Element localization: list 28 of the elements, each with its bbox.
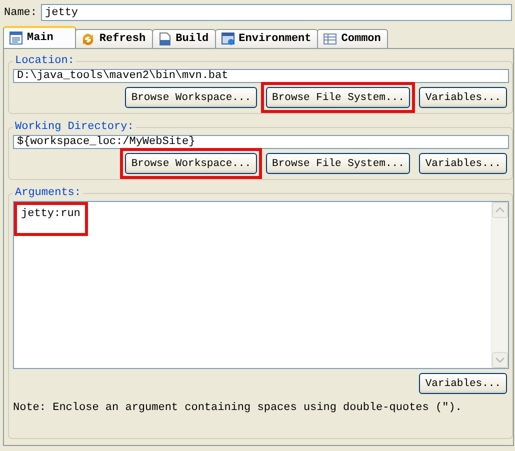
variables-button[interactable]: Variables... xyxy=(419,87,507,108)
note-text: Note: Enclose an argument containing spaces using double-quotes ("). xyxy=(13,401,463,414)
tab[interactable]: Environment xyxy=(214,29,318,48)
tab[interactable]: Refresh xyxy=(75,29,153,48)
scroll-up-icon[interactable] xyxy=(492,202,508,218)
variables-button[interactable]: Variables... xyxy=(419,153,507,174)
arguments-area[interactable]: jetty:run xyxy=(13,201,509,369)
document-icon xyxy=(9,31,23,45)
refresh-icon xyxy=(81,32,96,46)
tab[interactable]: Common xyxy=(317,29,388,48)
name-label: Name: xyxy=(4,6,38,18)
browse-button[interactable]: Browse File System... xyxy=(266,153,410,174)
binary-file-icon xyxy=(158,32,172,46)
variables-button[interactable]: Variables... xyxy=(419,373,507,394)
text-field[interactable]: ${workspace_loc:/MyWebSite} xyxy=(13,135,509,149)
browse-button[interactable]: Browse Workspace... xyxy=(125,153,258,174)
group-title: Arguments: xyxy=(14,187,82,199)
text-field[interactable]: D:\java_tools\maven2\bin\mvn.bat xyxy=(13,69,509,83)
window-icon xyxy=(220,32,235,46)
tab[interactable]: Build xyxy=(152,29,216,48)
tab[interactable]: Main xyxy=(3,26,76,48)
browse-button[interactable]: Browse Workspace... xyxy=(125,87,258,108)
group-title: Working Directory: xyxy=(14,121,135,133)
name-field[interactable]: jetty xyxy=(41,4,512,21)
browse-button[interactable]: Browse File System... xyxy=(266,87,410,108)
scroll-down-icon[interactable] xyxy=(492,352,508,368)
group-title: Location: xyxy=(14,55,76,67)
table-icon xyxy=(323,32,338,46)
